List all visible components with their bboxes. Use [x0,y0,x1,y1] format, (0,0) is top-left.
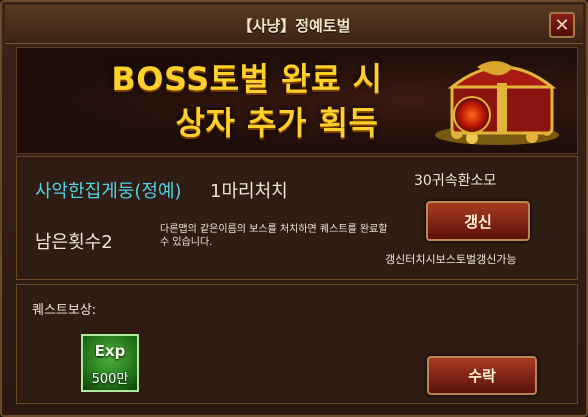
quest-description: 다른맵의 같은이름의 보스를 처치하면 퀘스트를 완료할 수 있습니다. [160,224,388,248]
reward-panel: 퀘스트보상: Exp 500만 수락 [16,284,578,404]
title-bar: 【사냥】정예토벌 ✕ [5,5,583,44]
close-button[interactable]: ✕ [549,12,575,38]
accept-button[interactable]: 수락 [427,356,537,395]
quest-info-panel: 사악한집게둥(정예) 1마리처치 남은횟수2 다른맵의 같은이름의 보스를 처치… [16,156,578,280]
renew-button[interactable]: 갱신 [426,201,530,241]
exp-icon: Exp [94,342,126,360]
window-title: 【사냥】정예토벌 [237,17,351,35]
remaining-count: 남은횟수2 [35,232,113,253]
banner: BOSS토벌 완료 시 상자 추가 획득 [16,47,578,154]
renew-cost: 30귀속환소모 [414,173,497,189]
reward-label: 퀘스트보상: [32,303,97,318]
exp-amount: 500만 [91,372,129,387]
target-name: 사악한집게둥(정예) [35,181,182,202]
close-icon: ✕ [554,14,570,36]
quest-window: 【사냥】정예토벌 ✕ BOSS토벌 완료 시 상자 추가 획득 사악한집게둥(정… [0,0,588,417]
target-count: 1마리처치 [210,181,288,202]
exp-reward-item[interactable]: Exp 500만 [81,334,139,392]
treasure-chest-icon [435,61,559,145]
renew-note: 갱신터치시보스토벌갱신가능 [385,253,517,266]
